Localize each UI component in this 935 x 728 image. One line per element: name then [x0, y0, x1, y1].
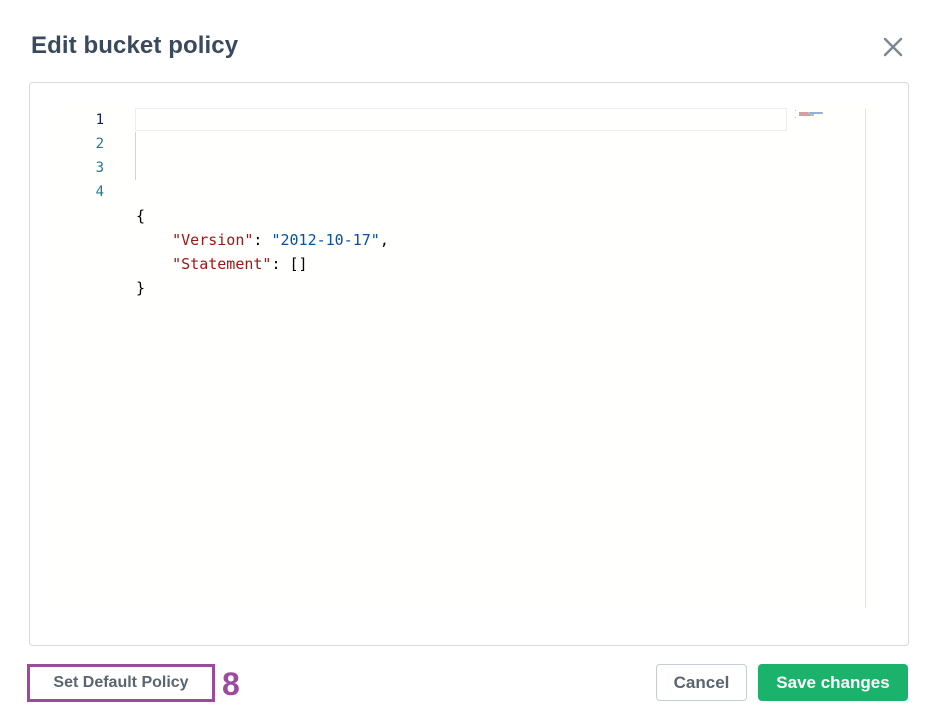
editor-minimap[interactable]	[795, 108, 865, 608]
code-area[interactable]: { "Version": "2012-10-17", "Statement": …	[135, 108, 787, 608]
minimap-token	[799, 114, 810, 116]
code-token-key: "Statement"	[172, 255, 272, 273]
current-line-highlight	[135, 108, 787, 131]
minimap-token	[795, 116, 796, 118]
code-line[interactable]: {	[135, 204, 787, 228]
indent-guide	[135, 132, 136, 180]
code-token-punc: }	[136, 279, 146, 297]
code-token-str: "2012-10-17"	[271, 231, 380, 249]
code-line[interactable]: "Version": "2012-10-17",	[135, 228, 787, 252]
code-line[interactable]: }	[135, 276, 787, 300]
line-number: 4	[95, 184, 104, 200]
line-number: 2	[95, 136, 104, 152]
minimap-token	[810, 112, 822, 114]
code-token-punc: {	[136, 207, 146, 225]
line-number: 3	[95, 160, 104, 176]
code-token-key: "Version"	[172, 231, 254, 249]
edit-bucket-policy-dialog: Edit bucket policy 1 2 3 4 { "Version": "20…	[0, 0, 935, 728]
line-number: 1	[95, 112, 104, 128]
set-default-policy-button[interactable]: Set Default Policy	[27, 664, 215, 702]
code-editor[interactable]: 1 2 3 4 { "Version": "2012-10-17", "Stateme…	[54, 108, 882, 608]
code-token-punc: ,	[379, 231, 389, 249]
code-token-punc: :	[253, 231, 272, 249]
minimap-token	[795, 110, 796, 112]
step-marker: 8	[222, 666, 240, 702]
close-icon[interactable]	[879, 33, 907, 61]
minimap-token	[799, 112, 808, 114]
dialog-title: Edit bucket policy	[31, 32, 239, 59]
minimap-token	[822, 112, 823, 114]
minimap-token	[810, 114, 814, 116]
code-line[interactable]: "Statement": []	[135, 252, 787, 276]
line-numbers: 1 2 3 4	[54, 108, 104, 204]
code-token-punc: : []	[271, 255, 308, 273]
save-changes-button[interactable]: Save changes	[758, 664, 908, 701]
editor-scrollbar[interactable]	[865, 108, 866, 608]
cancel-button[interactable]: Cancel	[656, 664, 747, 701]
